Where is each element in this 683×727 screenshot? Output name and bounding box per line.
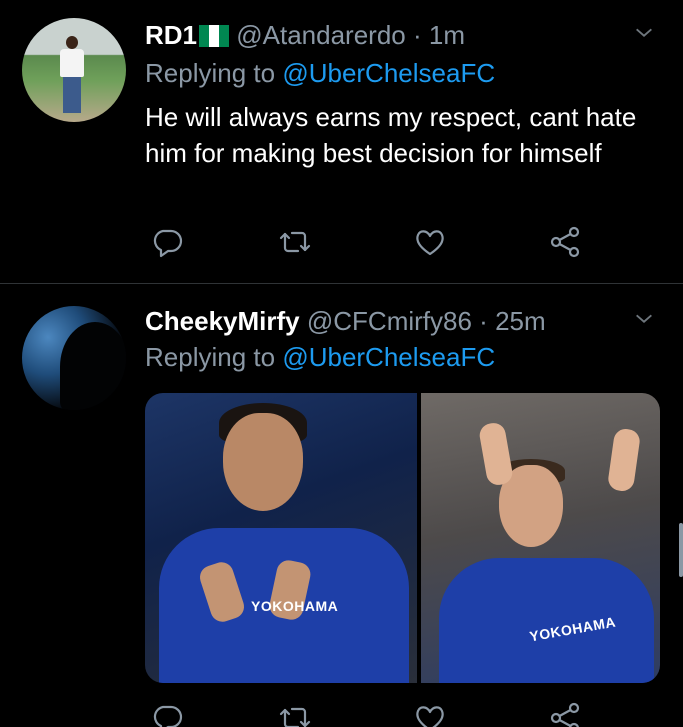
avatar[interactable]: [22, 306, 126, 410]
scrollbar[interactable]: [679, 523, 683, 577]
media-photo[interactable]: YOKOHAMA: [145, 393, 417, 683]
user-handle[interactable]: @Atandarerdo: [236, 20, 406, 50]
share-icon[interactable]: [547, 700, 583, 727]
tweet-text: He will always earns my respect, cant ha…: [145, 102, 637, 168]
avatar-person: [60, 36, 84, 114]
reply-icon[interactable]: [149, 224, 185, 260]
timestamp[interactable]: 1m: [429, 20, 465, 50]
media-photo[interactable]: YOKOHAMA: [421, 393, 660, 683]
like-icon[interactable]: [412, 700, 448, 727]
tweet-media[interactable]: YOKOHAMA YOKOHAMA: [145, 393, 660, 683]
tweet[interactable]: CheekyMirfy @CFCmirfy86 · 25m Replying t…: [0, 284, 683, 727]
tweet-header: CheekyMirfy @CFCmirfy86 · 25m: [145, 304, 623, 338]
replying-to: Replying to @UberChelseaFC: [145, 340, 495, 374]
timestamp[interactable]: 25m: [495, 306, 546, 336]
display-name[interactable]: RD1: [145, 20, 197, 50]
replying-to-link[interactable]: @UberChelseaFC: [282, 58, 495, 88]
reply-icon[interactable]: [149, 700, 185, 727]
display-name[interactable]: CheekyMirfy: [145, 306, 300, 336]
retweet-icon[interactable]: [277, 700, 313, 727]
tweet-actions: [145, 700, 625, 727]
avatar-silhouette: [60, 322, 126, 410]
chevron-down-icon[interactable]: [633, 22, 655, 44]
retweet-icon[interactable]: [277, 224, 313, 260]
separator-dot: ·: [479, 306, 488, 336]
replying-prefix: Replying to: [145, 342, 283, 372]
jersey-sponsor-text: YOKOHAMA: [251, 598, 339, 614]
replying-prefix: Replying to: [145, 58, 283, 88]
replying-to: Replying to @UberChelseaFC: [145, 56, 495, 90]
chevron-down-icon[interactable]: [633, 308, 655, 330]
nigeria-flag-icon: [199, 25, 230, 47]
replying-to-link[interactable]: @UberChelseaFC: [282, 342, 495, 372]
share-icon[interactable]: [547, 224, 583, 260]
like-icon[interactable]: [412, 224, 448, 260]
tweet-actions: [145, 224, 625, 264]
avatar[interactable]: [22, 18, 126, 122]
tweet-header: RD1 @Atandarerdo · 1m: [145, 18, 623, 52]
user-handle[interactable]: @CFCmirfy86: [307, 306, 472, 336]
separator-dot: ·: [412, 20, 422, 50]
tweet[interactable]: RD1 @Atandarerdo · 1m Replying to @UberC…: [0, 0, 683, 284]
